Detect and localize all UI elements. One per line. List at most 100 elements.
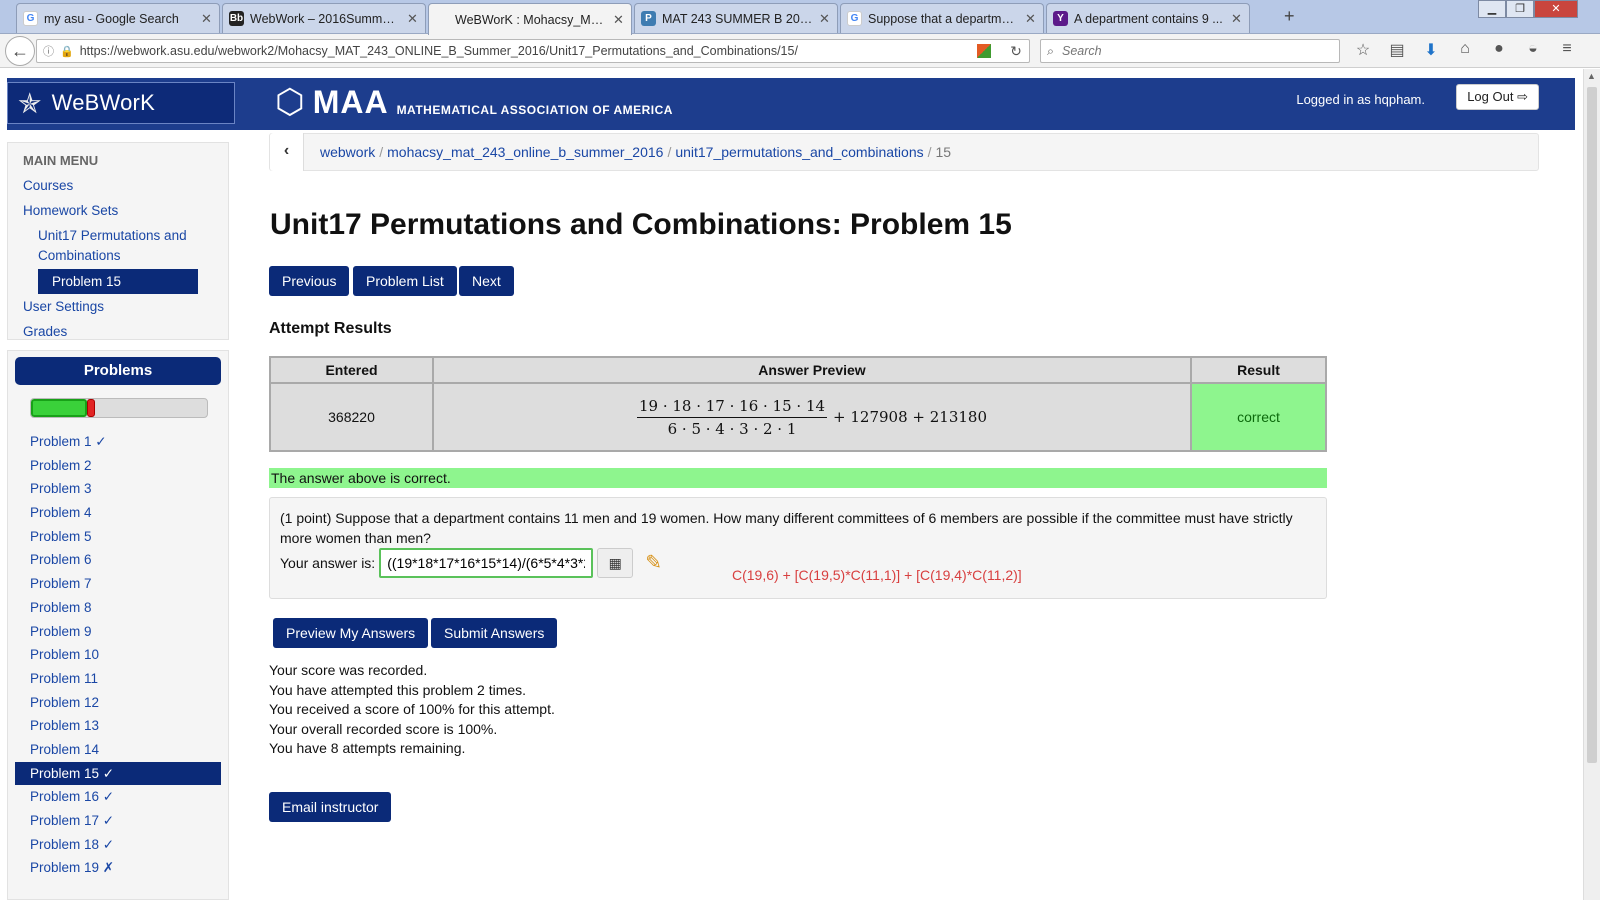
webwork-logo[interactable]: ✯ WeBWorK (7, 82, 235, 124)
problem-list-button[interactable]: Problem List (353, 266, 457, 296)
table-header-row: Entered Answer Preview Result (269, 356, 1327, 384)
problem-progress-bar (30, 398, 208, 418)
browser-tab[interactable]: Y A department contains 9 ... ✕ (1046, 3, 1250, 33)
browser-tab-active[interactable]: WeBWorK : Mohacsy_MAT... ✕ (428, 3, 632, 35)
problem-list-item[interactable]: Problem 3 (8, 477, 228, 501)
blackboard-icon: Bb (229, 11, 244, 26)
attempts-remaining-text: You have 8 attempts remaining. (269, 740, 466, 757)
webwork-star-icon: ✯ (18, 87, 42, 119)
attempt-results-heading: Attempt Results (269, 320, 392, 337)
tab-title: WebWork – 2016SummerB... (250, 11, 401, 26)
equation-editor-icon[interactable]: ▦ (597, 548, 634, 578)
close-tab-icon[interactable]: ✕ (407, 11, 419, 27)
pocket-icon[interactable]: ◒ (1522, 40, 1544, 60)
problem-list-item[interactable]: Problem 12 (8, 691, 228, 715)
problem-list-item[interactable]: Problem 1 ✓ (8, 430, 228, 454)
lock-icon: 🔒 (60, 45, 74, 58)
google-icon: G (23, 11, 38, 26)
reload-icon[interactable]: ↻ (1003, 43, 1029, 60)
submit-answers-button[interactable]: Submit Answers (431, 618, 558, 648)
browser-tab[interactable]: Bb WebWork – 2016SummerB... ✕ (222, 3, 426, 33)
problem-list-item[interactable]: Problem 14 (8, 738, 228, 762)
close-tab-icon[interactable]: ✕ (819, 11, 831, 27)
problem-list-item[interactable]: Problem 8 (8, 596, 228, 620)
problem-list-item[interactable]: Problem 15 ✓ (15, 761, 221, 786)
page-scrollbar[interactable]: ▲ (1583, 69, 1600, 900)
scrollbar-thumb[interactable] (1587, 87, 1597, 763)
toolbar-icons: ☆ ▤ ⬇ ⌂ ● ◒ ≡ (1352, 40, 1578, 60)
browser-tab[interactable]: P MAT 243 SUMMER B 2016 (... ✕ (634, 3, 838, 33)
breadcrumb-back-button[interactable]: ‹ (270, 133, 304, 171)
menu-user-settings-link[interactable]: User Settings (8, 294, 228, 319)
minimize-icon[interactable]: ▁ (1478, 0, 1506, 18)
bookmark-star-icon[interactable]: ☆ (1352, 40, 1374, 60)
search-input[interactable] (1060, 43, 1321, 59)
email-instructor-button[interactable]: Email instructor (269, 792, 392, 822)
breadcrumb-set-link[interactable]: unit17_permutations_and_combinations (675, 144, 923, 160)
maa-logo[interactable]: ⬡ MAA MATHEMATICAL ASSOCIATION OF AMERIC… (275, 82, 673, 122)
back-arrow-icon[interactable]: ← (5, 36, 35, 66)
close-tab-icon[interactable]: ✕ (613, 12, 625, 28)
url-text[interactable]: https://webwork.asu.edu/webwork2/Mohacsy… (80, 44, 971, 58)
attempt-results-table: Entered Answer Preview Result 368220 19 … (269, 356, 1327, 452)
browser-tab[interactable]: G Suppose that a department... ✕ (840, 3, 1044, 33)
menu-grades-link[interactable]: Grades (8, 319, 228, 344)
answer-preview-math: 19 · 18 · 17 · 16 · 15 · 14 6 · 5 · 4 · … (636, 397, 987, 438)
chat-icon[interactable]: ● (1488, 40, 1510, 60)
breadcrumb-course-link[interactable]: mohacsy_mat_243_online_b_summer_2016 (387, 144, 663, 160)
problem-list-item[interactable]: Problem 10 (8, 643, 228, 667)
info-icon[interactable]: ⓘ (43, 43, 54, 59)
new-tab-button[interactable]: + (1284, 6, 1295, 27)
browser-tab-bar: G my asu - Google Search ✕ Bb WebWork – … (0, 0, 1600, 35)
problem-list-item[interactable]: Problem 11 (8, 667, 228, 691)
maximize-icon[interactable]: ❐ (1506, 0, 1534, 18)
score-summary: Your score was recorded. You have attemp… (269, 661, 555, 759)
fraction-numerator: 19 · 18 · 17 · 16 · 15 · 14 (636, 397, 828, 418)
download-icon[interactable]: ⬇ (1420, 40, 1442, 60)
scroll-up-icon[interactable]: ▲ (1587, 71, 1596, 81)
fraction-denominator: 6 · 5 · 4 · 3 · 2 · 1 (667, 419, 797, 438)
problem-list-item[interactable]: Problem 18 ✓ (8, 833, 228, 857)
problem-list-item[interactable]: Problem 19 ✗ (8, 856, 228, 880)
menu-current-problem-link[interactable]: Problem 15 (38, 269, 198, 294)
logout-button[interactable]: Log Out ⇨ (1456, 84, 1539, 110)
extension-icon[interactable] (977, 44, 991, 58)
problem-list-item[interactable]: Problem 2 (8, 454, 228, 478)
browser-search-box[interactable]: ⌕ (1040, 39, 1340, 63)
problem-list-item[interactable]: Problem 7 (8, 572, 228, 596)
close-tab-icon[interactable]: ✕ (1231, 11, 1243, 27)
menu-icon[interactable]: ≡ (1556, 40, 1578, 60)
problem-list-item[interactable]: Problem 4 (8, 501, 228, 525)
problem-list-item[interactable]: Problem 16 ✓ (8, 785, 228, 809)
browser-tab[interactable]: G my asu - Google Search ✕ (16, 3, 220, 33)
menu-current-set-link[interactable]: Unit17 Permutations and Combinations (8, 226, 228, 266)
tab-title: WeBWorK : Mohacsy_MAT... (455, 12, 607, 27)
answer-input[interactable] (379, 548, 594, 578)
menu-homework-sets-link[interactable]: Homework Sets (8, 198, 228, 223)
problem-text: (1 point) Suppose that a department cont… (280, 510, 1293, 546)
browser-nav-bar: ← ⓘ 🔒 https://webwork.asu.edu/webwork2/M… (0, 34, 1600, 68)
home-icon[interactable]: ⌂ (1454, 40, 1476, 60)
problem-list-item[interactable]: Problem 5 (8, 525, 228, 549)
result-cell: correct (1190, 382, 1327, 452)
pencil-icon[interactable]: ✎ (645, 553, 662, 573)
piazza-icon: P (641, 11, 656, 26)
breadcrumb-separator: / (379, 144, 384, 160)
problem-list-item[interactable]: Problem 17 ✓ (8, 809, 228, 833)
correct-message: The answer above is correct. (269, 468, 1327, 488)
close-window-icon[interactable]: ✕ (1534, 0, 1578, 18)
site-header: ✯ WeBWorK ⬡ MAA MATHEMATICAL ASSOCIATION… (7, 78, 1575, 130)
url-bar[interactable]: ⓘ 🔒 https://webwork.asu.edu/webwork2/Moh… (36, 39, 1030, 63)
next-button[interactable]: Next (459, 266, 514, 296)
reading-list-icon[interactable]: ▤ (1386, 40, 1408, 60)
problem-list-item[interactable]: Problem 9 (8, 620, 228, 644)
breadcrumb-webwork-link[interactable]: webwork (320, 144, 375, 160)
problem-list-item[interactable]: Problem 13 (8, 714, 228, 738)
menu-courses-link[interactable]: Courses (8, 173, 228, 198)
preview-answers-button[interactable]: Preview My Answers (273, 618, 429, 648)
previous-button[interactable]: Previous (269, 266, 350, 296)
problem-list-item[interactable]: Problem 6 (8, 548, 228, 572)
close-tab-icon[interactable]: ✕ (201, 11, 213, 27)
window-controls: ▁ ❐ ✕ (1478, 0, 1578, 18)
close-tab-icon[interactable]: ✕ (1025, 11, 1037, 27)
